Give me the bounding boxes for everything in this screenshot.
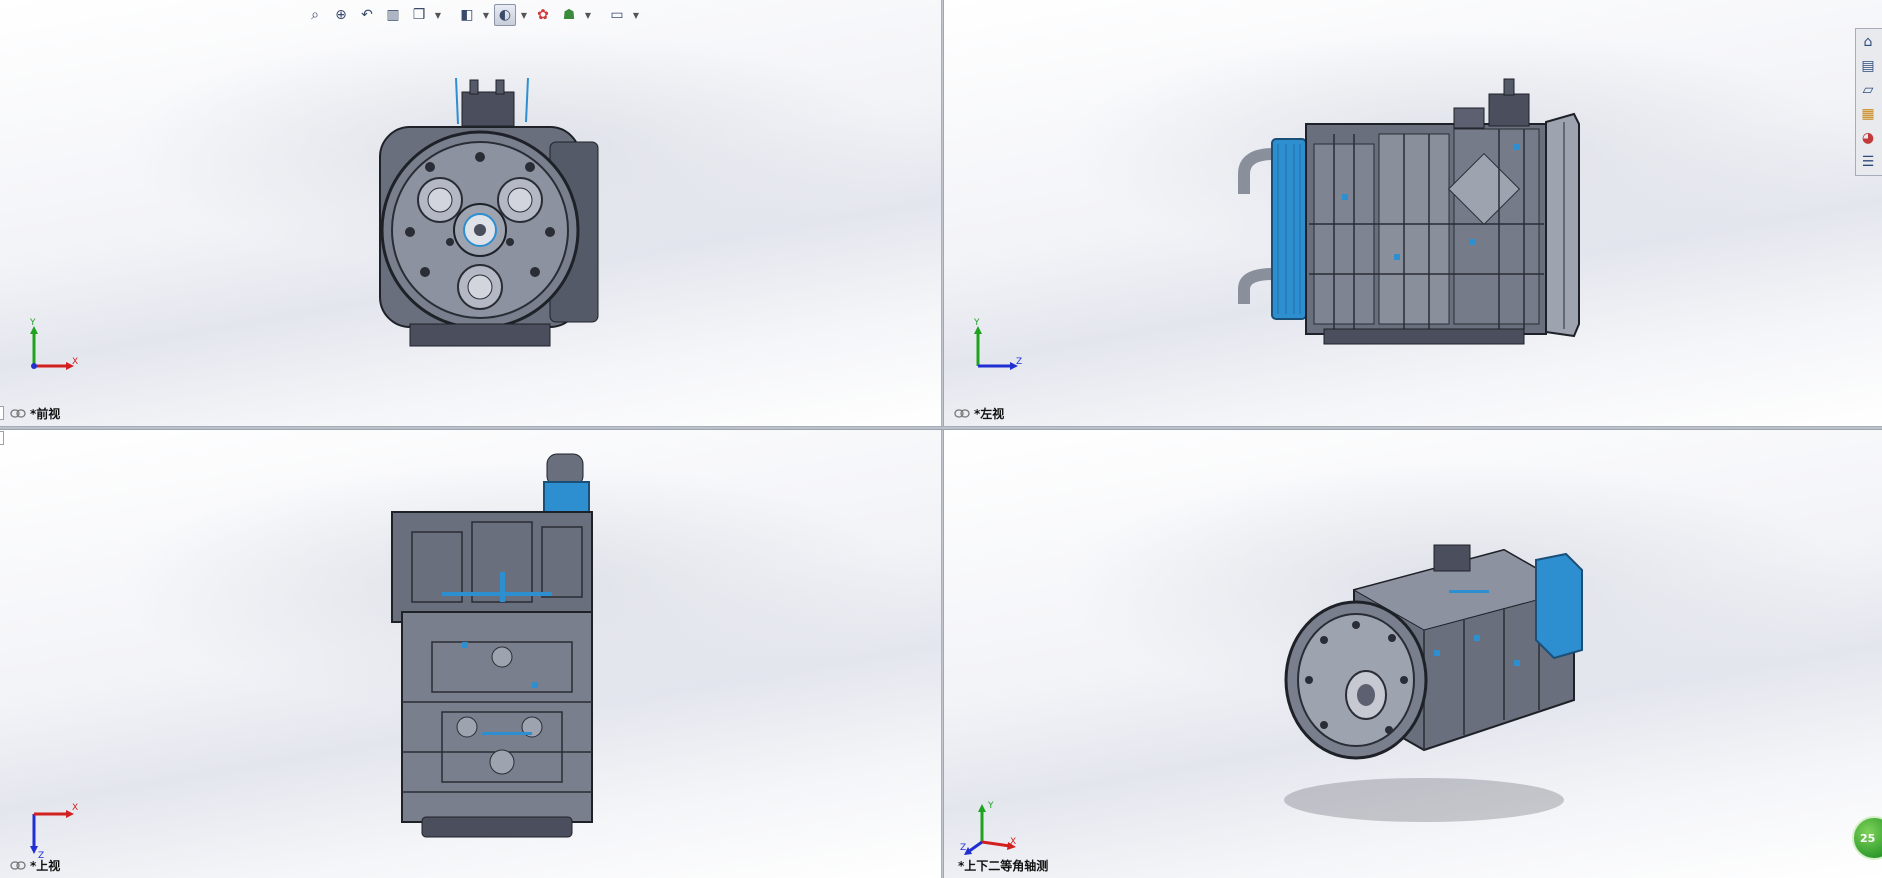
chevron-down-icon[interactable]: ▼ [584, 4, 592, 26]
chevron-down-icon[interactable]: ▼ [632, 4, 640, 26]
viewport-isometric[interactable]: Y X Z *上下二等角轴测 25 [944, 430, 1882, 878]
edge-tick [0, 431, 4, 445]
section-view-icon[interactable]: ▥ [382, 4, 404, 26]
chevron-down-icon[interactable]: ▼ [434, 4, 442, 26]
zoom-to-fit-icon[interactable]: ⌕ [304, 4, 326, 26]
viewport-splitter-horizontal[interactable] [0, 426, 1882, 430]
view-label-front[interactable]: *前视 [10, 405, 60, 422]
chevron-down-icon[interactable]: ▼ [482, 4, 490, 26]
viewport-top[interactable]: X Z *上视 [0, 430, 941, 878]
hide-show-items-icon[interactable]: ◐ [494, 4, 516, 26]
coordinate-triad: Y X [20, 318, 80, 378]
viewport-splitter-vertical[interactable] [941, 0, 944, 878]
view-settings-icon[interactable]: ▭ [606, 4, 628, 26]
file-explorer-icon[interactable]: ▱ [1856, 79, 1880, 101]
gearbox-side-model [1238, 78, 1580, 345]
svg-text:X: X [72, 803, 78, 813]
link-views-icon[interactable] [954, 409, 970, 418]
svg-text:Z: Z [1016, 357, 1022, 367]
view-label-text: *上视 [30, 859, 61, 873]
display-style-icon[interactable]: ◧ [456, 4, 478, 26]
svg-text:X: X [1010, 837, 1016, 847]
link-views-icon[interactable] [10, 861, 26, 870]
svg-text:Y: Y [973, 318, 980, 328]
cad-application: Y X *前视 ⌕ ⊕ ↶ ▥ ❒ ▼ ◧ ▼ ◐ ▼ ✿ ☗ ▼ ▭ ▼ Y … [0, 0, 1882, 878]
design-library-icon[interactable]: ▤ [1856, 55, 1880, 77]
view-orientation-icon[interactable]: ❒ [408, 4, 430, 26]
svg-text:Y: Y [29, 318, 36, 328]
appearances-icon[interactable]: ◕ [1856, 127, 1880, 149]
viewport-front[interactable]: Y X *前视 ⌕ ⊕ ↶ ▥ ❒ ▼ ◧ ▼ ◐ ▼ ✿ ☗ ▼ ▭ ▼ [0, 0, 941, 426]
link-views-icon[interactable] [10, 409, 26, 418]
view-label-left[interactable]: *左视 [954, 405, 1004, 422]
view-label-text: *上下二等角轴测 [958, 859, 1049, 873]
edit-appearance-icon[interactable]: ✿ [532, 4, 554, 26]
svg-text:Y: Y [987, 801, 994, 811]
zoom-to-area-icon[interactable]: ⊕ [330, 4, 352, 26]
view-label-isometric[interactable]: *上下二等角轴测 [958, 857, 1048, 874]
custom-properties-icon[interactable]: ☰ [1856, 151, 1880, 173]
view-label-top[interactable]: *上视 [10, 857, 60, 874]
svg-text:X: X [72, 357, 78, 367]
apply-scene-icon[interactable]: ☗ [558, 4, 580, 26]
viewport-left[interactable]: Y Z *左视 ⌂ ▤ ▱ ▦ ◕ ☰ [944, 0, 1882, 426]
performance-badge[interactable]: 25 [1852, 816, 1882, 860]
gearbox-isometric-model [1284, 544, 1583, 822]
coordinate-triad: Y X Z [960, 800, 1020, 860]
task-pane-tabs: ⌂ ▤ ▱ ▦ ◕ ☰ [1855, 28, 1882, 176]
view-palette-icon[interactable]: ▦ [1856, 103, 1880, 125]
heads-up-view-toolbar: ⌕ ⊕ ↶ ▥ ❒ ▼ ◧ ▼ ◐ ▼ ✿ ☗ ▼ ▭ ▼ [304, 2, 640, 28]
coordinate-triad: Y Z [964, 318, 1024, 378]
previous-view-icon[interactable]: ↶ [356, 4, 378, 26]
gearbox-top-model [391, 453, 593, 838]
view-label-text: *左视 [974, 407, 1005, 421]
view-label-text: *前视 [30, 407, 61, 421]
gearbox-front-model [379, 77, 599, 347]
svg-text:Z: Z [960, 843, 966, 853]
coordinate-triad: X Z [20, 800, 80, 861]
edge-tick [0, 406, 4, 420]
chevron-down-icon[interactable]: ▼ [520, 4, 528, 26]
solidworks-resources-icon[interactable]: ⌂ [1856, 31, 1880, 53]
